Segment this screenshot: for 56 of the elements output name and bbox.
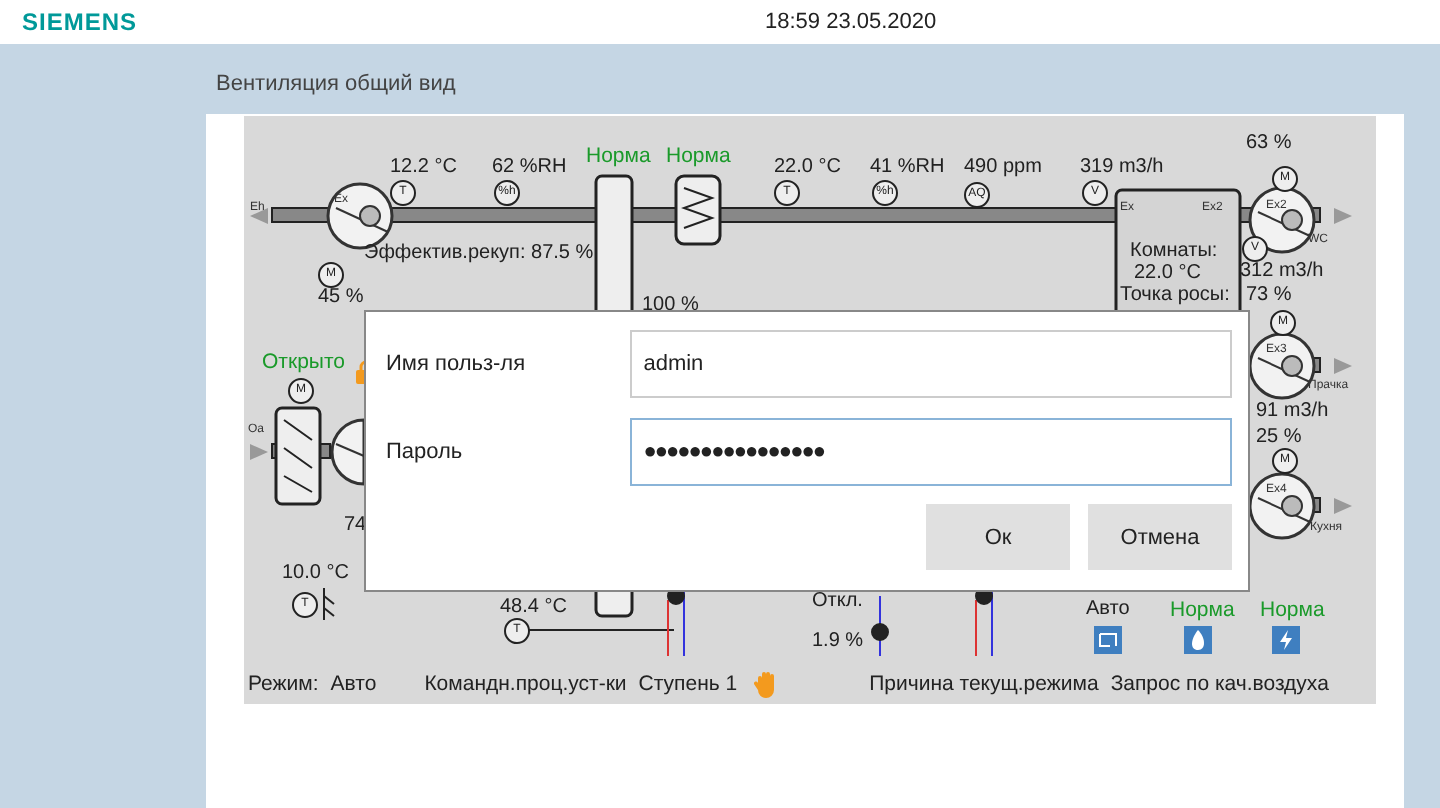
mode-label: Режим: xyxy=(248,672,319,696)
reading-label: Эффектив.рекуп: 87.5 % xyxy=(364,242,594,264)
reading-label: 22.0 °C xyxy=(774,156,841,178)
reading-label: 312 m3/h xyxy=(1240,260,1324,282)
status-label: Открыто xyxy=(262,350,345,374)
status-label: Норма xyxy=(666,144,731,168)
command-label: Командн.проц.уст-ки xyxy=(424,672,627,696)
reading-label: Точка росы: xyxy=(1120,284,1230,306)
reading-label: Авто xyxy=(1086,598,1130,620)
reading-label: 91 m3/h xyxy=(1256,400,1329,422)
lightning-icon xyxy=(1272,626,1300,654)
username-field[interactable]: admin xyxy=(629,330,1232,398)
mode-value: Авто xyxy=(330,672,377,696)
status-label: Норма xyxy=(1260,598,1325,622)
reading-label: 63 % xyxy=(1246,132,1292,154)
reading-label: 319 m3/h xyxy=(1080,156,1164,178)
status-label: Норма xyxy=(1170,598,1235,622)
reading-label: 73 % xyxy=(1246,284,1292,306)
reason-value: Запрос по кач.воздуха xyxy=(1110,672,1329,696)
reading-label: 45 % xyxy=(318,286,364,308)
reading-label: 41 %RH xyxy=(870,156,945,178)
reading-label: 100 % xyxy=(642,294,699,316)
password-field[interactable]: ●●●●●●●●●●●●●●●● xyxy=(629,418,1232,486)
hand-icon xyxy=(753,670,778,698)
reading-label: 12.2 °C xyxy=(390,156,457,178)
flow-arrow xyxy=(1334,208,1352,224)
valve-icon xyxy=(871,623,889,641)
reading-label: Комнаты: xyxy=(1130,240,1218,262)
reading-label: 62 %RH xyxy=(492,156,567,178)
reason-label: Причина текущ.режима xyxy=(869,672,1099,696)
reading-label: 25 % xyxy=(1256,426,1302,448)
flow-arrow xyxy=(1334,498,1352,514)
filter-drawing xyxy=(274,406,322,506)
cancel-button[interactable]: Отмена xyxy=(1088,504,1232,570)
flow-arrow xyxy=(250,208,268,224)
flow-arrow xyxy=(1334,358,1352,374)
status-label: Норма xyxy=(586,144,651,168)
ok-button[interactable]: Ок xyxy=(926,504,1070,570)
field-label: Имя польз-ля xyxy=(386,352,528,376)
reading-label: 1.9 % xyxy=(812,630,864,652)
brand-logo: SIEMENS xyxy=(22,8,138,36)
heater-drawing xyxy=(674,174,722,246)
flow-arrow xyxy=(250,444,268,460)
reading-label: 490 ppm xyxy=(964,156,1042,178)
fan-icon xyxy=(330,418,366,486)
date-time: 18:59 23.05.2020 xyxy=(765,10,937,34)
reading-label: 74 xyxy=(344,514,367,536)
stage-value: Ступень 1 xyxy=(638,672,738,696)
mode-icon xyxy=(1094,626,1122,654)
reading-label: 48.4 °C xyxy=(500,596,567,618)
field-label: Пароль xyxy=(386,440,465,464)
reading-label: 10.0 °C xyxy=(282,562,349,584)
screen-title: Вентиляция общий вид xyxy=(216,72,458,100)
reading-label: Откл. xyxy=(812,590,863,612)
reading-label: 22.0 °C xyxy=(1134,262,1201,284)
wall-mount-icon xyxy=(323,587,335,621)
